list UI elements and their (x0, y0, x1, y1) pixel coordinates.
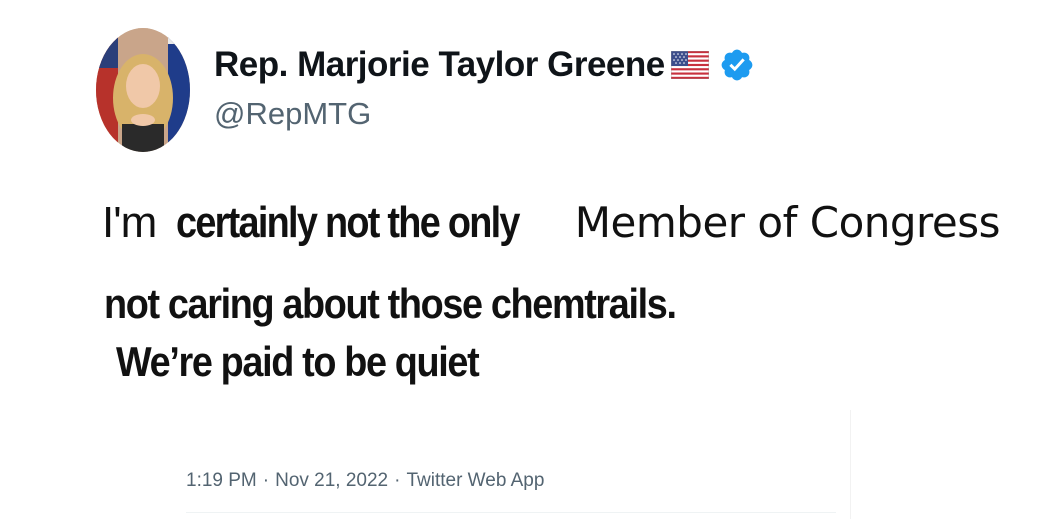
meta-separator: · (394, 470, 401, 491)
tweet-text-segment: certainly not the only (176, 198, 520, 247)
tweet-text-segment: Member of Congress (574, 198, 1001, 247)
tweet-date[interactable]: Nov 21, 2022 (275, 470, 388, 492)
author-display-name[interactable]: Rep. Marjorie Taylor Greene (214, 45, 665, 85)
tweet-source: Twitter Web App (406, 470, 545, 491)
us-flag-icon (670, 51, 709, 79)
tweet-text-segment: I'm (102, 198, 157, 247)
tweet-text-line-2: not caring about those chemtrails. (104, 280, 677, 327)
divider (186, 512, 836, 513)
avatar[interactable] (96, 28, 190, 152)
tweet-text-line-3: We’re paid to be quiet (116, 338, 480, 385)
meta-separator: · (262, 470, 270, 491)
tweet-card: Rep. Marjorie Taylor Greene @RepMTG I'm … (0, 0, 1042, 519)
avatar-photo (96, 28, 190, 152)
author-handle[interactable]: @RepMTG (214, 96, 371, 132)
tweet-meta: 1:19 PM · Nov 21, 2022 · Twitter Web App (186, 470, 544, 492)
verified-badge-icon[interactable] (715, 47, 755, 83)
author-name-row: Rep. Marjorie Taylor Greene (214, 42, 755, 88)
tweet-text-line-1: I'm certainly not the only Member of Con… (102, 198, 1001, 260)
tweet-time[interactable]: 1:19 PM (186, 470, 257, 492)
divider (850, 410, 851, 519)
